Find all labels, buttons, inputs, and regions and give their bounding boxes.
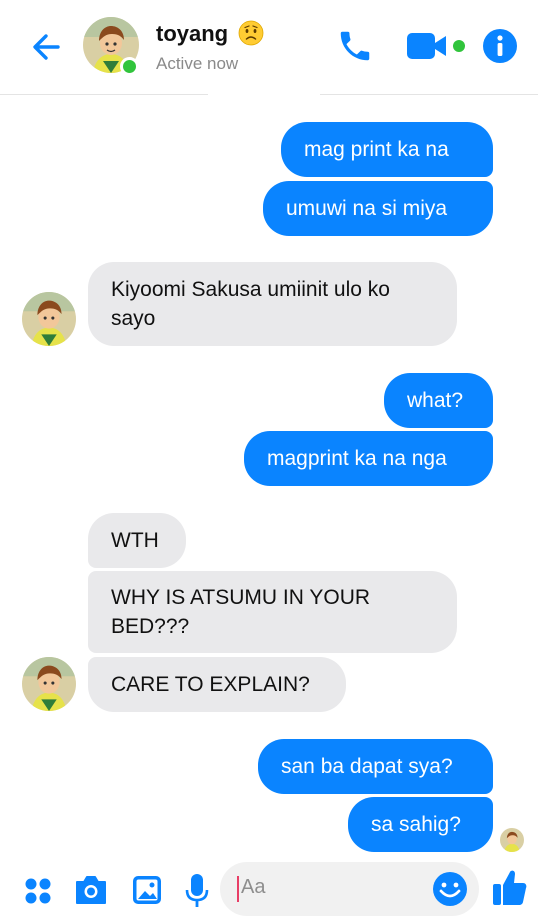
message-bubble-outgoing[interactable]: what? — [384, 373, 493, 428]
phone-icon[interactable] — [336, 27, 374, 65]
message-bubble-incoming[interactable]: Kiyoomi Sakusa umiinit ulo ko sayo — [88, 262, 457, 346]
online-status-dot — [120, 57, 139, 76]
text-cursor — [237, 876, 239, 902]
conversation-header: toyang Active now — [0, 0, 538, 95]
back-arrow-icon[interactable] — [28, 28, 66, 66]
seen-receipt-avatar — [500, 828, 524, 852]
message-input-placeholder: Aa — [241, 876, 266, 898]
message-input[interactable]: Aa — [220, 862, 479, 916]
contact-avatar-small[interactable] — [22, 292, 76, 346]
message-composer: Aa — [0, 857, 538, 922]
message-bubble-outgoing[interactable]: umuwi na si miya — [263, 181, 493, 236]
message-bubble-outgoing[interactable]: mag print ka na — [281, 122, 493, 177]
message-bubble-outgoing[interactable]: san ba dapat sya? — [258, 739, 493, 794]
contact-name-text: toyang — [156, 21, 229, 46]
message-bubble-incoming[interactable]: WHY IS ATSUMU IN YOUR BED??? — [88, 571, 457, 653]
emoji-icon[interactable] — [432, 871, 468, 907]
info-icon[interactable] — [482, 28, 518, 64]
worried-face-emoji-icon — [238, 20, 264, 46]
message-bubble-incoming[interactable]: CARE TO EXPLAIN? — [88, 657, 346, 712]
thumbs-up-icon[interactable] — [492, 867, 528, 907]
message-bubble-outgoing[interactable]: magprint ka na nga — [244, 431, 493, 486]
video-camera-icon[interactable] — [406, 30, 468, 62]
microphone-icon[interactable] — [185, 873, 209, 909]
message-bubble-incoming[interactable]: WTH — [88, 513, 186, 568]
camera-icon[interactable] — [74, 874, 108, 906]
active-status: Active now — [156, 54, 239, 73]
header-shadow-gap — [208, 94, 320, 98]
contact-avatar-small[interactable] — [22, 657, 76, 711]
apps-icon[interactable] — [24, 877, 52, 905]
gallery-icon[interactable] — [131, 874, 163, 906]
message-bubble-outgoing[interactable]: sa sahig? — [348, 797, 493, 852]
contact-name[interactable]: toyang — [156, 20, 264, 47]
